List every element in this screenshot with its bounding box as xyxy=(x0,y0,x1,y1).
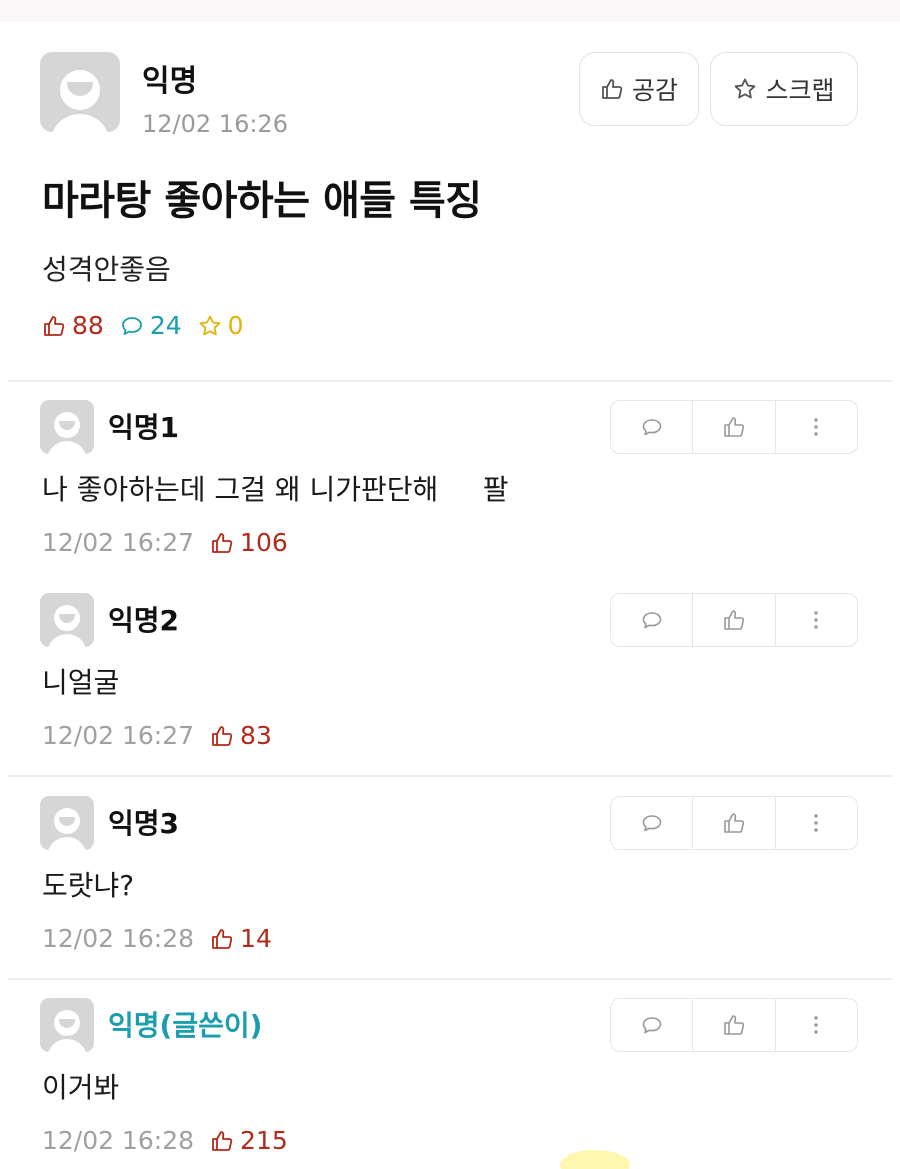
comment-time: 12/02 16:27 xyxy=(42,721,195,750)
comment-text: 도랏냐? xyxy=(42,869,135,902)
star-icon xyxy=(199,315,221,335)
thumbs-up-icon xyxy=(44,315,65,336)
thumbs-up-icon xyxy=(212,532,233,553)
divider xyxy=(8,380,892,382)
comment-author-op: 익명(글쓴이) xyxy=(108,1009,263,1042)
more-options-button[interactable] xyxy=(774,797,857,849)
reply-button[interactable] xyxy=(611,797,692,849)
like-button-label: 공감 xyxy=(631,76,678,105)
post-comment-count: 24 xyxy=(120,311,182,340)
more-options-button[interactable] xyxy=(774,401,857,453)
avatar xyxy=(40,52,120,132)
reply-button[interactable] xyxy=(611,594,692,646)
comment-actions xyxy=(610,400,858,454)
comment-like-button[interactable] xyxy=(692,999,774,1051)
comment-actions xyxy=(610,998,858,1052)
comment-like-button[interactable] xyxy=(692,797,774,849)
comment-author: 익명1 xyxy=(108,411,180,444)
post: 익명 12/02 16:26 공감 스크랩 마라탕 좋아하는 애들 특징 성격안… xyxy=(0,22,900,380)
divider xyxy=(8,978,892,980)
comment-like-count: 83 xyxy=(210,721,272,750)
thumbs-up-icon xyxy=(724,813,745,833)
comment-author: 익명3 xyxy=(108,807,180,840)
comment-actions xyxy=(610,796,858,850)
speech-bubble-icon xyxy=(121,316,142,335)
thumbs-up-icon xyxy=(212,928,233,949)
speech-bubble-icon xyxy=(642,419,661,436)
scrap-button-label: 스크랩 xyxy=(765,76,835,105)
vertical-dots-icon xyxy=(814,814,819,832)
post-scrap-count: 0 xyxy=(198,311,244,340)
vertical-dots-icon xyxy=(814,1016,819,1034)
thumbs-up-icon xyxy=(600,77,624,101)
comment: 익명1 나 좋아하는데 그걸 왜 니가판단해 팔 12/02 16:27 106 xyxy=(0,400,900,570)
scrap-button[interactable]: 스크랩 xyxy=(710,52,858,126)
comment-like-count: 215 xyxy=(210,1126,288,1155)
comment-like-count: 14 xyxy=(210,924,272,953)
comment-meta: 12/02 16:28 14 xyxy=(42,924,272,953)
comment-like-button[interactable] xyxy=(692,594,774,646)
like-button[interactable]: 공감 xyxy=(579,52,699,126)
more-options-button[interactable] xyxy=(774,594,857,646)
avatar xyxy=(40,593,94,647)
reply-button[interactable] xyxy=(611,401,692,453)
comment: 익명3 도랏냐? 12/02 16:28 14 xyxy=(0,796,900,966)
vertical-dots-icon xyxy=(814,611,819,629)
reply-button[interactable] xyxy=(611,999,692,1051)
comment-text: 나 좋아하는데 그걸 왜 니가판단해 팔 xyxy=(42,473,509,506)
status-bar-strip xyxy=(0,0,900,22)
comment-text: 이거봐 xyxy=(42,1071,120,1104)
comment-author: 익명2 xyxy=(108,604,180,637)
speech-bubble-icon xyxy=(642,815,661,832)
comment-meta: 12/02 16:27 106 xyxy=(42,528,288,557)
comment-meta: 12/02 16:28 215 xyxy=(42,1126,288,1155)
star-icon xyxy=(733,77,757,101)
comment-like-count: 106 xyxy=(210,528,288,557)
thumbs-up-icon xyxy=(212,1130,233,1151)
thumbs-up-icon xyxy=(724,417,745,437)
avatar xyxy=(40,998,94,1052)
comment: 익명2 니얼굴 12/02 16:27 83 xyxy=(0,593,900,763)
speech-bubble-icon xyxy=(642,612,661,629)
speech-bubble-icon xyxy=(642,1017,661,1034)
vertical-dots-icon xyxy=(814,418,819,436)
comment-time: 12/02 16:28 xyxy=(42,924,195,953)
avatar xyxy=(40,400,94,454)
avatar xyxy=(40,796,94,850)
post-stats: 88 24 0 xyxy=(42,311,260,340)
comment-time: 12/02 16:28 xyxy=(42,1126,195,1155)
comment: 익명(글쓴이) 이거봐 12/02 16:28 215 xyxy=(0,998,900,1168)
thumbs-up-icon xyxy=(724,610,745,630)
post-title: 마라탕 좋아하는 애들 특징 xyxy=(42,178,482,224)
divider xyxy=(8,775,892,777)
thumbs-up-icon xyxy=(212,725,233,746)
more-options-button[interactable] xyxy=(774,999,857,1051)
post-like-count: 88 xyxy=(42,311,104,340)
thumbs-up-icon xyxy=(724,1015,745,1035)
post-body: 성격안좋음 xyxy=(42,253,171,286)
post-author: 익명 xyxy=(142,64,198,99)
comment-meta: 12/02 16:27 83 xyxy=(42,721,272,750)
post-time: 12/02 16:26 xyxy=(142,110,288,138)
comment-actions xyxy=(610,593,858,647)
comment-like-button[interactable] xyxy=(692,401,774,453)
comment-time: 12/02 16:27 xyxy=(42,528,195,557)
comment-text: 니얼굴 xyxy=(42,666,120,699)
